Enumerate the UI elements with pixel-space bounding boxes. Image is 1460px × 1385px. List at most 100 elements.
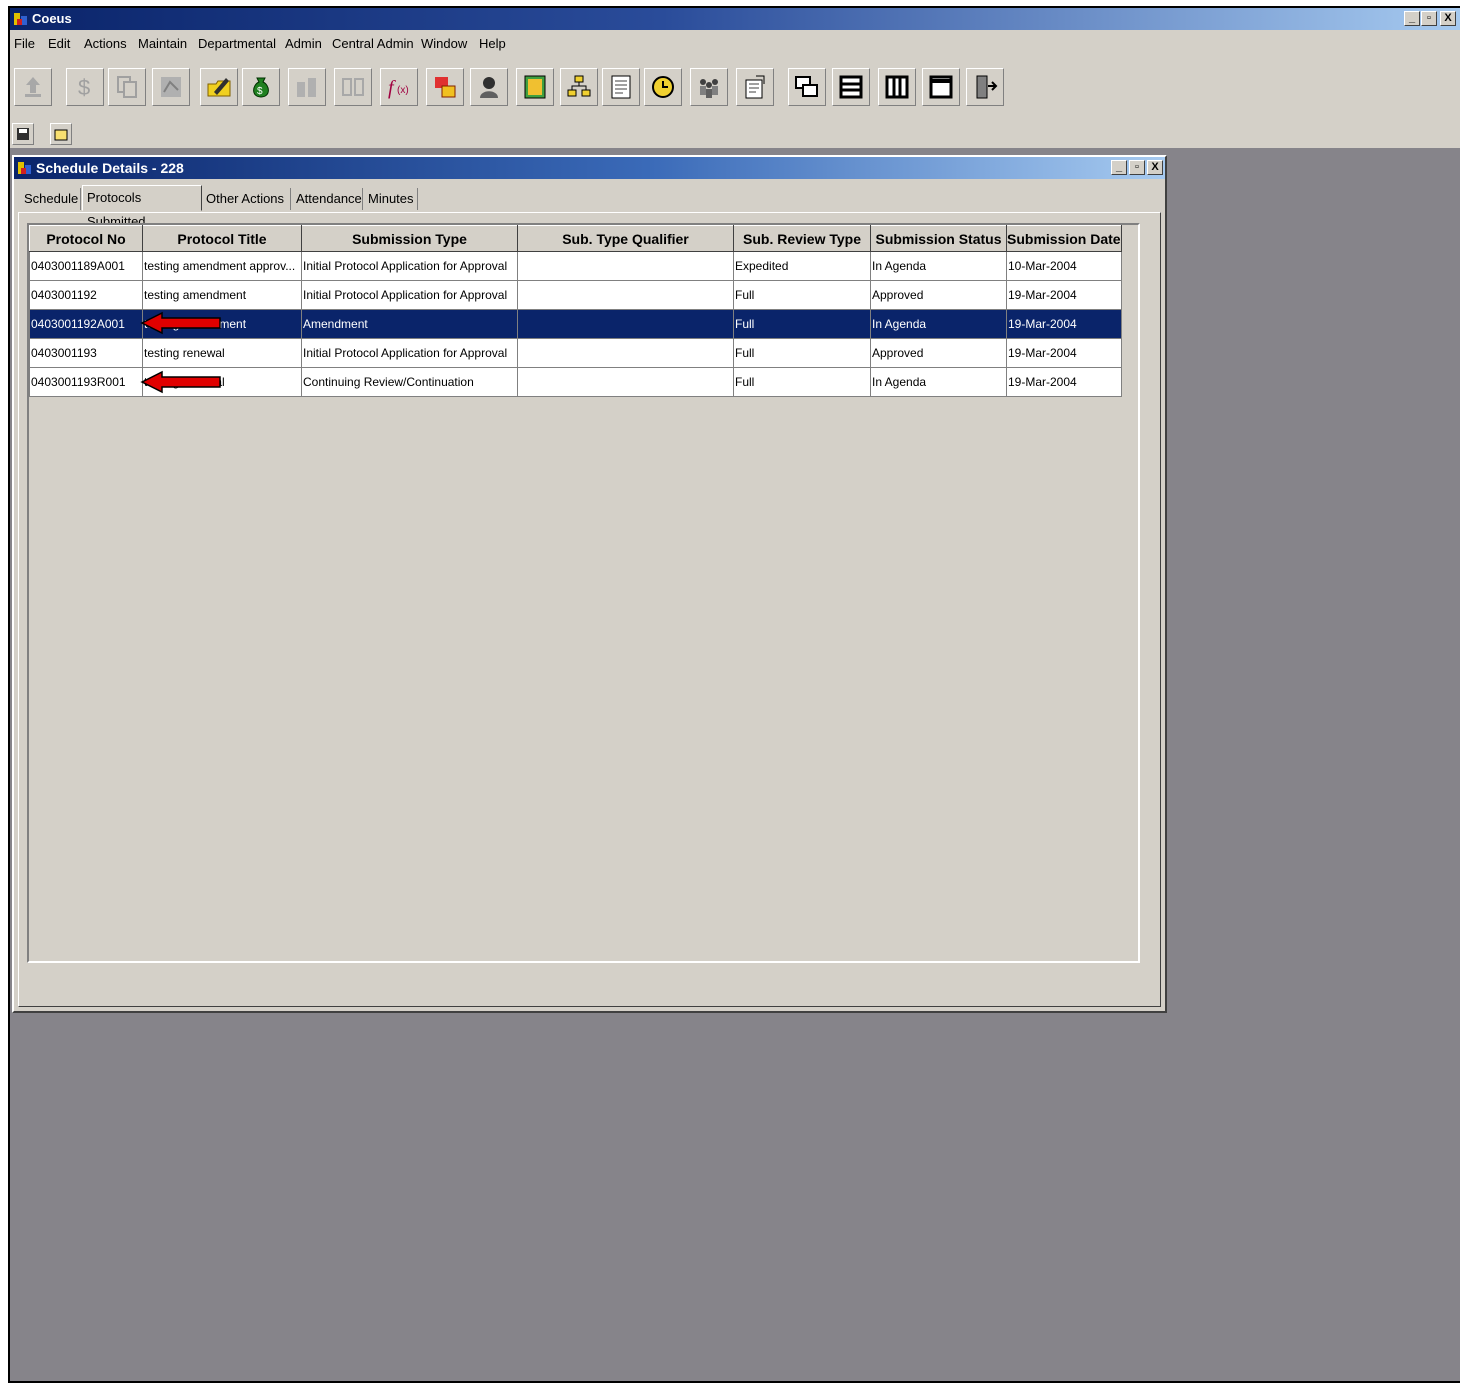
cell-sub-review-type[interactable]: Full (733, 309, 871, 339)
report-button[interactable] (736, 68, 774, 106)
column-header-submission-type[interactable]: Submission Type (301, 225, 518, 252)
maximize-window-button[interactable] (922, 68, 960, 106)
cell-submission-status[interactable]: In Agenda (870, 309, 1007, 339)
cascade-windows-button[interactable] (788, 68, 826, 106)
tile-vertical-button[interactable] (878, 68, 916, 106)
table-row[interactable]: 0403001193R001 testing renewal Continuin… (29, 367, 1122, 397)
table-row[interactable]: 0403001192 testing amendment Initial Pro… (29, 280, 1122, 310)
child-title-bar[interactable]: Schedule Details - 228 _ ▫ X (14, 157, 1165, 179)
minimize-button[interactable]: _ (1404, 11, 1420, 26)
group-icon (700, 79, 718, 98)
restore-button[interactable]: ▫ (1421, 11, 1437, 26)
cell-submission-type[interactable]: Continuing Review/Continuation (301, 367, 518, 397)
cell-submission-status[interactable]: In Agenda (870, 367, 1007, 397)
column-header-sub-type-qualifier[interactable]: Sub. Type Qualifier (517, 225, 734, 252)
tab-other-actions[interactable]: Other Actions (202, 188, 291, 210)
cell-protocol-no[interactable]: 0403001192 (29, 280, 143, 310)
budget-button[interactable]: $ (66, 68, 104, 106)
cell-submission-status[interactable]: Approved (870, 338, 1007, 368)
menu-window[interactable]: Window (421, 36, 467, 51)
main-toolbar: $ $ f (x) (10, 55, 1460, 120)
app-title: Coeus (32, 11, 72, 26)
cell-sub-review-type[interactable]: Full (733, 367, 871, 397)
tree-icon (161, 77, 181, 97)
cell-protocol-no[interactable]: 0403001193 (29, 338, 143, 368)
cell-sub-review-type[interactable]: Expedited (733, 251, 871, 281)
child-window-title: Schedule Details - 228 (36, 160, 184, 176)
column-header-submission-status[interactable]: Submission Status (870, 225, 1007, 252)
cell-sub-review-type[interactable]: Full (733, 280, 871, 310)
cell-protocol-title[interactable]: testing amendment (142, 280, 302, 310)
swap-button[interactable] (426, 68, 464, 106)
tab-protocols-submitted[interactable]: Protocols Submitted (82, 185, 202, 229)
inspector-button[interactable] (470, 68, 508, 106)
hierarchy-button[interactable] (560, 68, 598, 106)
cell-protocol-title[interactable]: testing renewal (142, 367, 302, 397)
menu-admin[interactable]: Admin (285, 36, 322, 51)
column-header-sub-review-type[interactable]: Sub. Review Type (733, 225, 871, 252)
cell-protocol-no[interactable]: 0403001192A001 (29, 309, 143, 339)
copy-button[interactable] (108, 68, 146, 106)
tab-schedule[interactable]: Schedule (20, 188, 81, 210)
edit-folder-button[interactable] (200, 68, 238, 106)
menu-central-admin[interactable]: Central Admin (332, 36, 414, 51)
column-header-protocol-no[interactable]: Protocol No (29, 225, 143, 252)
close-button[interactable]: X (1440, 11, 1456, 26)
cell-protocol-title[interactable]: testing renewal (142, 338, 302, 368)
cell-submission-date[interactable]: 19-Mar-2004 (1006, 338, 1122, 368)
menu-help[interactable]: Help (479, 36, 506, 51)
menu-edit[interactable]: Edit (48, 36, 70, 51)
calculator-button[interactable] (516, 68, 554, 106)
table-row[interactable]: 0403001193 testing renewal Initial Proto… (29, 338, 1122, 368)
function-button[interactable]: f (x) (380, 68, 418, 106)
child-minimize-button[interactable]: _ (1111, 160, 1127, 175)
tab-minutes[interactable]: Minutes (364, 188, 418, 210)
menu-file[interactable]: File (14, 36, 35, 51)
tile-horizontal-button[interactable] (832, 68, 870, 106)
menu-departmental[interactable]: Departmental (198, 36, 276, 51)
tab-attendance[interactable]: Attendance (292, 188, 363, 210)
cell-submission-date[interactable]: 19-Mar-2004 (1006, 280, 1122, 310)
cell-submission-date[interactable]: 10-Mar-2004 (1006, 251, 1122, 281)
cell-protocol-title[interactable]: testing amendment approv... (142, 251, 302, 281)
table-row-selected[interactable]: 0403001192A001 testing amendment Amendme… (29, 309, 1122, 339)
cell-protocol-title[interactable]: testing amendment (142, 309, 302, 339)
menu-actions[interactable]: Actions (84, 36, 127, 51)
money-bag-button[interactable]: $ (242, 68, 280, 106)
cell-submission-date[interactable]: 19-Mar-2004 (1006, 309, 1122, 339)
cell-sub-type-qualifier[interactable] (517, 338, 734, 368)
cell-protocol-no[interactable]: 0403001189A001 (29, 251, 143, 281)
cell-sub-type-qualifier[interactable] (517, 309, 734, 339)
child-close-button[interactable]: X (1147, 160, 1163, 175)
cell-sub-type-qualifier[interactable] (517, 367, 734, 397)
child-restore-button[interactable]: ▫ (1129, 160, 1145, 175)
main-title-bar[interactable]: Coeus _ ▫ X (10, 8, 1460, 30)
people-button[interactable] (288, 68, 326, 106)
cell-submission-type[interactable]: Initial Protocol Application for Approva… (301, 251, 518, 281)
cell-submission-status[interactable]: In Agenda (870, 251, 1007, 281)
column-header-submission-date[interactable]: Submission Date (1006, 225, 1122, 252)
clock-button[interactable] (644, 68, 682, 106)
grid-button[interactable] (334, 68, 372, 106)
menu-maintain[interactable]: Maintain (138, 36, 187, 51)
cell-submission-type[interactable]: Initial Protocol Application for Approva… (301, 280, 518, 310)
cell-sub-type-qualifier[interactable] (517, 280, 734, 310)
cell-submission-type[interactable]: Initial Protocol Application for Approva… (301, 338, 518, 368)
notepad-button[interactable] (602, 68, 640, 106)
cell-submission-type[interactable]: Amendment (301, 309, 518, 339)
upload-button[interactable] (14, 68, 52, 106)
open-button[interactable] (50, 123, 72, 145)
exit-button[interactable] (966, 68, 1004, 106)
tree-button[interactable] (152, 68, 190, 106)
table-row[interactable]: 0403001189A001 testing amendment approv.… (29, 251, 1122, 281)
column-header-protocol-title[interactable]: Protocol Title (142, 225, 302, 252)
cell-submission-date[interactable]: 19-Mar-2004 (1006, 367, 1122, 397)
cell-submission-status[interactable]: Approved (870, 280, 1007, 310)
open-icon (54, 129, 68, 141)
cell-sub-review-type[interactable]: Full (733, 338, 871, 368)
save-button[interactable] (12, 123, 34, 145)
cell-protocol-no[interactable]: 0403001193R001 (29, 367, 143, 397)
cell-sub-type-qualifier[interactable] (517, 251, 734, 281)
group-button[interactable] (690, 68, 728, 106)
calculator-icon (524, 75, 546, 99)
